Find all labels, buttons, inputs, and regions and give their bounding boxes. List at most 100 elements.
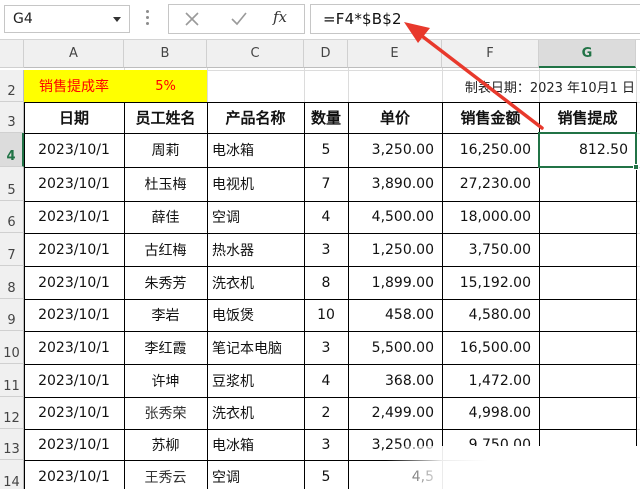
cell-g12[interactable] bbox=[539, 397, 636, 429]
cell-g10[interactable] bbox=[539, 331, 636, 364]
cell-a12[interactable]: 2023/10/1 bbox=[24, 397, 124, 429]
cell-e4[interactable]: 3,250.00 bbox=[348, 133, 442, 167]
cell-c10[interactable]: 笔记本电脑 bbox=[207, 331, 304, 364]
cell-g11[interactable] bbox=[539, 364, 636, 397]
cell-c5[interactable]: 电视机 bbox=[207, 167, 304, 201]
row-header-2[interactable]: 2 bbox=[0, 70, 24, 102]
cell-a13[interactable]: 2023/10/1 bbox=[24, 429, 124, 460]
row-header-9[interactable]: 9 bbox=[0, 299, 24, 331]
cell-f10[interactable]: 16,500.00 bbox=[442, 331, 539, 364]
cell-c14[interactable]: 空调 bbox=[207, 460, 304, 489]
cell-d11[interactable]: 4 bbox=[304, 364, 348, 397]
cell-a4[interactable]: 2023/10/1 bbox=[24, 133, 124, 167]
cell-a6[interactable]: 2023/10/1 bbox=[24, 201, 124, 233]
cell-g5[interactable] bbox=[539, 167, 636, 201]
cell-d5[interactable]: 7 bbox=[304, 167, 348, 201]
cell-f7[interactable]: 3,750.00 bbox=[442, 233, 539, 266]
cell-e6[interactable]: 4,500.00 bbox=[348, 201, 442, 233]
cell-a8[interactable]: 2023/10/1 bbox=[24, 266, 124, 299]
cell-b6[interactable]: 薛佳 bbox=[124, 201, 207, 233]
select-all-corner[interactable] bbox=[0, 40, 24, 68]
cell-a11[interactable]: 2023/10/1 bbox=[24, 364, 124, 397]
cell-a14[interactable]: 2023/10/1 bbox=[24, 460, 124, 489]
cell-g7[interactable] bbox=[539, 233, 636, 266]
cell-d8[interactable]: 8 bbox=[304, 266, 348, 299]
row-header-4[interactable]: 4 bbox=[0, 133, 24, 167]
cell-c7[interactable]: 热水器 bbox=[207, 233, 304, 266]
enter-button[interactable] bbox=[223, 7, 253, 31]
rate-label-cell[interactable]: 销售提成率 bbox=[24, 70, 124, 102]
row-header-13[interactable]: 13 bbox=[0, 429, 24, 460]
cell-b4[interactable]: 周莉 bbox=[124, 133, 207, 167]
cell-b7[interactable]: 古红梅 bbox=[124, 233, 207, 266]
cell-b13[interactable]: 苏柳 bbox=[124, 429, 207, 460]
column-header-e[interactable]: E bbox=[348, 40, 442, 68]
cell-d7[interactable]: 3 bbox=[304, 233, 348, 266]
cell-a10[interactable]: 2023/10/1 bbox=[24, 331, 124, 364]
cell-b9[interactable]: 李岩 bbox=[124, 299, 207, 331]
row-header-10[interactable]: 10 bbox=[0, 331, 24, 364]
cell-c9[interactable]: 电饭煲 bbox=[207, 299, 304, 331]
cell-g8[interactable] bbox=[539, 266, 636, 299]
table-header-cell[interactable]: 产品名称 bbox=[207, 102, 304, 133]
row-header-14[interactable]: 14 bbox=[0, 460, 24, 489]
formula-input[interactable]: =F4*$B$2 bbox=[310, 4, 640, 34]
table-header-cell[interactable]: 销售提成 bbox=[539, 102, 636, 133]
fill-handle[interactable] bbox=[633, 164, 639, 170]
cell-d6[interactable]: 4 bbox=[304, 201, 348, 233]
cell-g6[interactable] bbox=[539, 201, 636, 233]
table-header-cell[interactable]: 日期 bbox=[24, 102, 124, 133]
column-header-d[interactable]: D bbox=[304, 40, 348, 68]
cell-c8[interactable]: 洗衣机 bbox=[207, 266, 304, 299]
cell-a9[interactable]: 2023/10/1 bbox=[24, 299, 124, 331]
cell-f5[interactable]: 27,230.00 bbox=[442, 167, 539, 201]
cell-g9[interactable] bbox=[539, 299, 636, 331]
cell-b5[interactable]: 杜玉梅 bbox=[124, 167, 207, 201]
row-header-5[interactable]: 5 bbox=[0, 167, 24, 201]
cell-d13[interactable]: 3 bbox=[304, 429, 348, 460]
column-header-a[interactable]: A bbox=[24, 40, 124, 68]
cell-b8[interactable]: 朱秀芳 bbox=[124, 266, 207, 299]
cancel-button[interactable] bbox=[177, 7, 207, 31]
cell-d4[interactable]: 5 bbox=[304, 133, 348, 167]
row-header-12[interactable]: 12 bbox=[0, 397, 24, 429]
report-date-cell[interactable]: 制表日期：2023 年10月1 日 bbox=[410, 70, 635, 102]
row-header-6[interactable]: 6 bbox=[0, 201, 24, 233]
cell-f4[interactable]: 16,250.00 bbox=[442, 133, 539, 167]
cell-c4[interactable]: 电冰箱 bbox=[207, 133, 304, 167]
cell-a7[interactable]: 2023/10/1 bbox=[24, 233, 124, 266]
cell-c12[interactable]: 洗衣机 bbox=[207, 397, 304, 429]
cell-e12[interactable]: 2,499.00 bbox=[348, 397, 442, 429]
row-header-3[interactable]: 3 bbox=[0, 102, 24, 133]
cell-d12[interactable]: 2 bbox=[304, 397, 348, 429]
name-box-dropdown-icon[interactable] bbox=[113, 17, 121, 22]
row-header-11[interactable]: 11 bbox=[0, 364, 24, 397]
cell-f12[interactable]: 4,998.00 bbox=[442, 397, 539, 429]
cell-c11[interactable]: 豆浆机 bbox=[207, 364, 304, 397]
cell-e8[interactable]: 1,899.00 bbox=[348, 266, 442, 299]
cell-e10[interactable]: 5,500.00 bbox=[348, 331, 442, 364]
row-header-8[interactable]: 8 bbox=[0, 266, 24, 299]
cell-d10[interactable]: 3 bbox=[304, 331, 348, 364]
cell-e11[interactable]: 368.00 bbox=[348, 364, 442, 397]
column-header-f[interactable]: F bbox=[442, 40, 539, 68]
column-header-b[interactable]: B bbox=[124, 40, 207, 68]
cell-c6[interactable]: 空调 bbox=[207, 201, 304, 233]
table-header-cell[interactable]: 数量 bbox=[304, 102, 348, 133]
rate-value-cell[interactable]: 5% bbox=[124, 70, 207, 102]
cell-b14[interactable]: 王秀云 bbox=[124, 460, 207, 489]
cell-e7[interactable]: 1,250.00 bbox=[348, 233, 442, 266]
cell-f9[interactable]: 4,580.00 bbox=[442, 299, 539, 331]
column-header-c[interactable]: C bbox=[207, 40, 304, 68]
cell-f6[interactable]: 18,000.00 bbox=[442, 201, 539, 233]
table-header-cell[interactable]: 销售金额 bbox=[442, 102, 539, 133]
table-header-cell[interactable]: 员工姓名 bbox=[124, 102, 207, 133]
column-header-g[interactable]: G bbox=[539, 40, 636, 68]
cell-a5[interactable]: 2023/10/1 bbox=[24, 167, 124, 201]
cell-b10[interactable]: 李红霞 bbox=[124, 331, 207, 364]
cell-b11[interactable]: 许坤 bbox=[124, 364, 207, 397]
name-box[interactable]: G4 bbox=[4, 5, 130, 33]
cell-f8[interactable]: 15,192.00 bbox=[442, 266, 539, 299]
cell-d9[interactable]: 10 bbox=[304, 299, 348, 331]
cell-b12[interactable]: 张秀荣 bbox=[124, 397, 207, 429]
